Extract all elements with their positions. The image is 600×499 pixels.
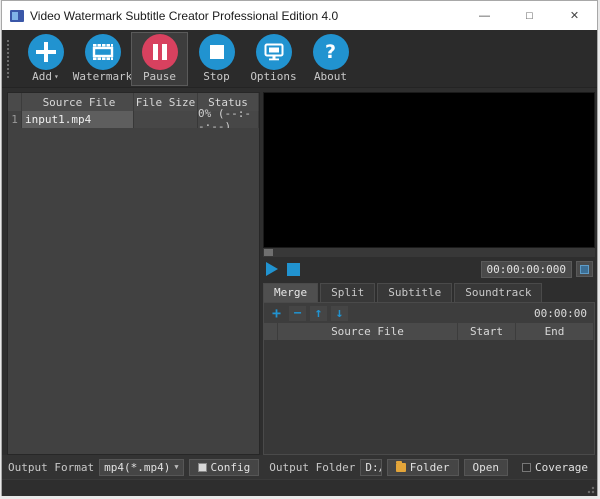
- options-button[interactable]: Options: [245, 32, 302, 86]
- stop-square-icon: [287, 263, 300, 276]
- status-strip: [2, 479, 597, 496]
- folder-button-label: Folder: [410, 461, 450, 474]
- add-button[interactable]: Add ▾: [17, 32, 74, 86]
- open-button-label: Open: [473, 461, 500, 474]
- bottom-bar: Output Format mp4(*.mp4) ▼ Config Output…: [2, 455, 597, 479]
- output-format-label: Output Format: [8, 461, 94, 474]
- options-button-label: Options: [250, 71, 296, 83]
- window-title: Video Watermark Subtitle Creator Profess…: [30, 9, 462, 23]
- tab-subtitle[interactable]: Subtitle: [377, 283, 452, 302]
- folder-button[interactable]: Folder: [387, 459, 459, 476]
- about-button[interactable]: ? About: [302, 32, 359, 86]
- minus-icon: −: [294, 306, 302, 321]
- tab-soundtrack[interactable]: Soundtrack: [454, 283, 542, 302]
- clip-table-empty-area[interactable]: [264, 340, 594, 454]
- row-number: 1: [8, 111, 22, 128]
- app-window: Video Watermark Subtitle Creator Profess…: [1, 0, 598, 496]
- video-preview[interactable]: [263, 92, 595, 248]
- snapshot-button[interactable]: [576, 261, 593, 277]
- column-clip-source[interactable]: Source File: [278, 323, 458, 340]
- snapshot-icon: [580, 265, 589, 274]
- minimize-button[interactable]: —: [462, 1, 507, 30]
- clip-table-header: Source File Start End: [264, 323, 594, 340]
- merge-toolbar: + − ↑ ↓ 00:00:00: [264, 303, 594, 323]
- app-icon: [10, 10, 24, 22]
- close-button[interactable]: ✕: [552, 1, 597, 30]
- plus-icon: +: [272, 304, 281, 322]
- remove-clip-button[interactable]: −: [289, 306, 306, 321]
- config-button-label: Config: [211, 461, 251, 474]
- move-down-button[interactable]: ↓: [331, 306, 348, 321]
- pause-button-label: Pause: [143, 71, 176, 83]
- plus-icon: [36, 42, 56, 62]
- preview-stop-button[interactable]: [285, 261, 302, 278]
- output-format-select[interactable]: mp4(*.mp4) ▼: [99, 459, 183, 476]
- stop-button[interactable]: Stop: [188, 32, 245, 86]
- playback-controls: 00:00:00:000: [263, 257, 595, 281]
- watermark-button-label: Watermark: [73, 71, 133, 83]
- window-controls: — □ ✕: [462, 1, 597, 30]
- cell-file-size[interactable]: [134, 111, 198, 128]
- film-icon: [92, 43, 114, 61]
- about-button-label: About: [314, 71, 347, 83]
- column-file-size[interactable]: File Size: [134, 93, 198, 111]
- stop-button-label: Stop: [203, 71, 230, 83]
- titlebar: Video Watermark Subtitle Creator Profess…: [2, 1, 597, 30]
- folder-icon: [396, 463, 406, 472]
- arrow-up-icon: ↑: [315, 306, 323, 321]
- source-table-empty-area[interactable]: [8, 128, 259, 454]
- config-button[interactable]: Config: [189, 459, 260, 476]
- toolbar-grip[interactable]: [7, 40, 11, 78]
- chevron-down-icon: ▾: [54, 71, 59, 83]
- coverage-label: Coverage: [535, 461, 588, 474]
- move-up-button[interactable]: ↑: [310, 306, 327, 321]
- seek-bar[interactable]: [263, 248, 595, 257]
- tab-split[interactable]: Split: [320, 283, 375, 302]
- cell-source-file[interactable]: input1.mp4: [22, 111, 134, 128]
- resize-grip[interactable]: [585, 484, 595, 494]
- editor-tabs: Merge Split Subtitle Soundtrack: [263, 281, 595, 302]
- stop-icon: [210, 45, 224, 59]
- config-icon: [198, 463, 207, 472]
- column-end[interactable]: End: [516, 323, 594, 340]
- maximize-button[interactable]: □: [507, 1, 552, 30]
- dropdown-arrow-icon: ▼: [174, 463, 178, 471]
- watermark-button[interactable]: Watermark: [74, 32, 131, 86]
- play-icon: [266, 262, 278, 276]
- output-folder-label: Output Folder: [269, 461, 355, 474]
- output-folder-input[interactable]: D:/VideoOutput: [360, 459, 381, 476]
- pause-icon: [153, 44, 167, 60]
- table-row[interactable]: 1 input1.mp4 0% (--:--:--): [8, 111, 259, 128]
- arrow-down-icon: ↓: [336, 306, 344, 321]
- add-clip-button[interactable]: +: [268, 306, 285, 321]
- coverage-checkbox[interactable]: Coverage: [513, 459, 591, 476]
- monitor-icon: [264, 43, 284, 61]
- seek-handle[interactable]: [264, 249, 273, 256]
- merge-tab-content: + − ↑ ↓ 00:00:00 Source File Start End: [263, 302, 595, 455]
- total-duration: 00:00:00: [534, 307, 590, 320]
- main-toolbar: Add ▾ Watermark Pause Stop: [2, 30, 597, 88]
- source-file-panel: Source File File Size Status 1 input1.mp…: [7, 92, 260, 455]
- open-button[interactable]: Open: [464, 459, 509, 476]
- checkbox-icon: [522, 463, 531, 472]
- pause-button[interactable]: Pause: [131, 32, 188, 86]
- cell-status[interactable]: 0% (--:--:--): [198, 111, 259, 128]
- add-button-label: Add: [32, 71, 52, 83]
- column-start[interactable]: Start: [458, 323, 516, 340]
- tab-merge[interactable]: Merge: [263, 283, 318, 302]
- question-icon: ?: [325, 41, 336, 63]
- play-button[interactable]: [263, 261, 281, 278]
- time-display: 00:00:00:000: [481, 261, 572, 278]
- column-source-file[interactable]: Source File: [22, 93, 134, 111]
- preview-panel: 00:00:00:000 Merge Split Subtitle Soundt…: [263, 92, 595, 455]
- output-format-value: mp4(*.mp4): [104, 461, 170, 474]
